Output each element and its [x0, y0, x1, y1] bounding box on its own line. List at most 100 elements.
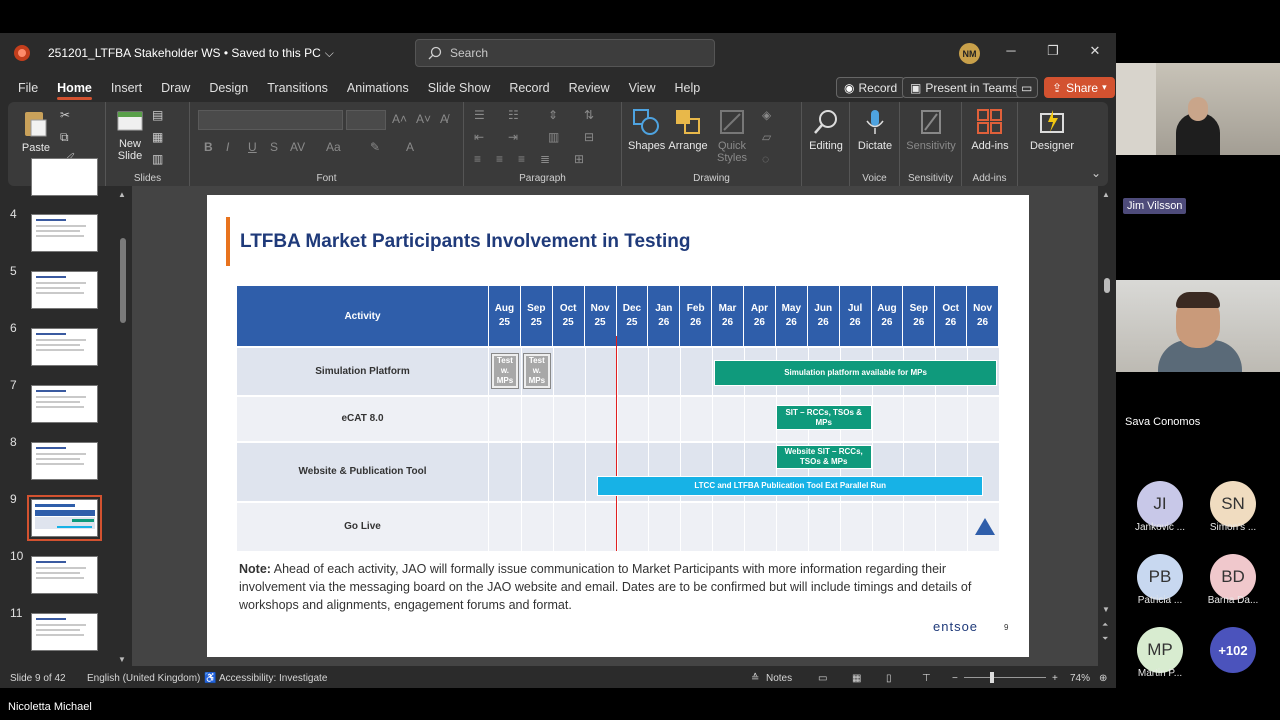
align-center-icon[interactable]: ≡ [496, 152, 503, 166]
section-icon[interactable]: ▥ [152, 152, 163, 166]
slide-counter[interactable]: Slide 9 of 42 [10, 673, 66, 684]
zoom-out-icon[interactable]: − [952, 673, 958, 684]
reading-view-icon[interactable]: ▯ [886, 673, 892, 684]
accessibility-status[interactable]: Accessibility: Investigate [219, 673, 327, 684]
zoom-slider-thumb[interactable] [990, 672, 994, 683]
justify-icon[interactable]: ≣ [540, 152, 550, 166]
slide-thumbnail-4[interactable] [31, 214, 98, 252]
line-spacing-icon[interactable]: ⇕ [548, 108, 558, 122]
participant-video-1[interactable] [1116, 63, 1280, 155]
shape-outline-icon[interactable]: ▱ [762, 130, 771, 144]
normal-view-icon[interactable]: ▭ [818, 673, 827, 684]
record-button[interactable]: ◉ Record [836, 77, 906, 98]
slide-thumbnail-8[interactable] [31, 442, 98, 480]
quick-styles-button[interactable]: Quick Styles [714, 108, 750, 164]
shape-fill-icon[interactable]: ◈ [762, 108, 771, 122]
language-indicator[interactable]: English (United Kingdom) [87, 673, 200, 684]
more-participants-badge[interactable]: +102 [1210, 627, 1256, 673]
menu-record[interactable]: Record [509, 76, 549, 100]
chevron-down-icon[interactable]: ⌵ [325, 46, 334, 61]
increase-indent-icon[interactable]: ⇥ [508, 130, 518, 144]
clear-formatting-icon[interactable]: A̸ [440, 112, 448, 126]
font-family-select[interactable] [198, 110, 343, 130]
reset-icon[interactable]: ▦ [152, 130, 163, 144]
menu-slide-show[interactable]: Slide Show [428, 76, 491, 100]
font-color-icon[interactable]: A [406, 140, 414, 154]
copy-icon[interactable]: ⧉ [60, 130, 69, 145]
participant-video-2[interactable] [1116, 280, 1280, 372]
next-slide-icon[interactable]: ⏷ [1102, 634, 1108, 644]
notes-button[interactable]: Notes [766, 673, 792, 684]
participant-avatar[interactable]: BD [1210, 554, 1256, 600]
bold-icon[interactable]: B [204, 140, 213, 154]
text-direction-icon[interactable]: ⇅ [584, 108, 594, 122]
restore-icon[interactable]: ❐ [1043, 43, 1063, 59]
character-spacing-icon[interactable]: AV [290, 140, 305, 154]
document-title[interactable]: 251201_LTFBA Stakeholder WS • Saved to t… [48, 46, 321, 60]
slide-thumbnail-7[interactable] [31, 385, 98, 423]
previous-slide-icon[interactable]: ⏶ [1102, 620, 1108, 630]
paste-button[interactable]: Paste [18, 108, 54, 154]
menu-view[interactable]: View [629, 76, 656, 100]
decrease-indent-icon[interactable]: ⇤ [474, 130, 484, 144]
zoom-level[interactable]: 74% [1070, 673, 1090, 684]
menu-insert[interactable]: Insert [111, 76, 142, 100]
slide-thumbnail-11[interactable] [31, 613, 98, 651]
menu-design[interactable]: Design [209, 76, 248, 100]
zoom-slider[interactable] [964, 677, 1046, 678]
fit-to-window-icon[interactable]: ⊕ [1099, 673, 1107, 684]
numbering-icon[interactable]: ☷ [508, 108, 519, 122]
canvas-scrollbar[interactable]: ▲ ▼ ⏶ ⏷ [1102, 190, 1112, 650]
menu-home[interactable]: Home [57, 76, 92, 100]
user-avatar[interactable]: NM [959, 43, 980, 64]
participant-avatar[interactable]: SN [1210, 481, 1256, 527]
arrange-button[interactable]: Arrange [668, 108, 708, 152]
highlight-icon[interactable]: ✎ [370, 140, 380, 154]
slide-thumbnail-6[interactable] [31, 328, 98, 366]
italic-icon[interactable]: I [226, 140, 229, 154]
bullets-icon[interactable]: ☰ [474, 108, 485, 122]
scroll-down-icon[interactable]: ▼ [118, 655, 126, 664]
font-size-select[interactable] [346, 110, 386, 130]
close-icon[interactable]: ✕ [1085, 43, 1105, 59]
shapes-button[interactable]: Shapes [628, 108, 665, 152]
designer-button[interactable]: Designer [1024, 108, 1080, 152]
cut-icon[interactable]: ✂ [60, 108, 70, 122]
menu-review[interactable]: Review [569, 76, 610, 100]
slide-thumbnail-10[interactable] [31, 556, 98, 594]
layout-icon[interactable]: ▤ [152, 108, 163, 122]
decrease-font-icon[interactable]: A˅ [416, 112, 431, 126]
menu-file[interactable]: File [18, 76, 38, 100]
scroll-up-icon[interactable]: ▲ [1102, 190, 1110, 199]
thumbnail-scrollbar[interactable]: ▲ ▼ [118, 190, 128, 665]
addins-button[interactable]: Add-ins [966, 108, 1014, 152]
slide[interactable]: LTFBA Market Participants Involvement in… [207, 195, 1029, 657]
change-case-icon[interactable]: Aa [326, 140, 341, 154]
menu-draw[interactable]: Draw [161, 76, 190, 100]
zoom-in-icon[interactable]: + [1052, 673, 1058, 684]
align-right-icon[interactable]: ≡ [518, 152, 525, 166]
collapse-ribbon-icon[interactable]: ⌄ [1091, 166, 1101, 180]
menu-help[interactable]: Help [674, 76, 700, 100]
slideshow-icon[interactable]: ⊤ [922, 673, 931, 684]
scroll-thumb[interactable] [120, 238, 126, 323]
editing-button[interactable]: Editing [806, 108, 846, 152]
present-in-teams-button[interactable]: ▣ Present in Teams [902, 77, 1026, 98]
participant-avatar[interactable]: MP [1137, 627, 1183, 673]
dictate-button[interactable]: Dictate [854, 108, 896, 152]
shape-effects-icon[interactable]: ◌ [762, 152, 769, 166]
slide-thumbnail-5[interactable] [31, 271, 98, 309]
sensitivity-button[interactable]: Sensitivity [904, 108, 958, 152]
slide-thumbnail-9[interactable] [27, 495, 102, 541]
columns-icon[interactable]: ▥ [548, 130, 559, 144]
scroll-up-icon[interactable]: ▲ [118, 190, 126, 199]
comments-button[interactable]: ▭ [1016, 77, 1038, 98]
menu-animations[interactable]: Animations [347, 76, 409, 100]
underline-icon[interactable]: U [248, 140, 257, 154]
smartart-icon[interactable]: ⊞ [574, 152, 584, 166]
scroll-thumb[interactable] [1104, 278, 1110, 293]
slide-thumbnail-3[interactable] [31, 158, 98, 196]
strikethrough-icon[interactable]: S [270, 140, 278, 154]
scroll-down-icon[interactable]: ▼ [1102, 605, 1110, 614]
search-box[interactable]: Search [415, 39, 715, 67]
